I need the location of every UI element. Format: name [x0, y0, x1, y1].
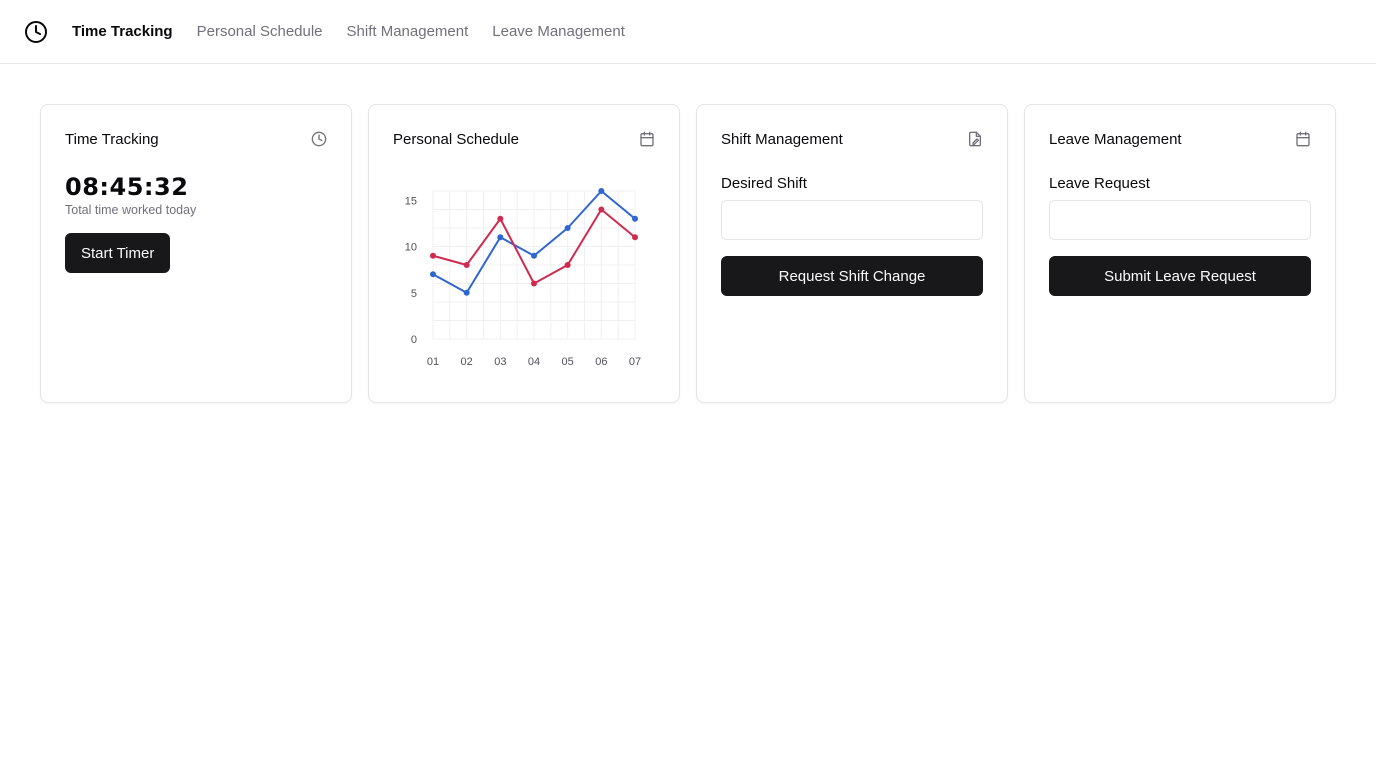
- data-point: [497, 234, 504, 241]
- start-timer-button[interactable]: Start Timer: [65, 233, 171, 273]
- top-navigation: Time Tracking Personal Schedule Shift Ma…: [0, 0, 1376, 64]
- data-point: [632, 234, 638, 241]
- card-header: Leave Management: [1049, 129, 1311, 149]
- x-tick-label: 04: [528, 356, 540, 368]
- x-tick-label: 01: [427, 356, 439, 368]
- data-point: [463, 289, 470, 296]
- request-shift-change-button[interactable]: Request Shift Change: [721, 256, 983, 296]
- file-edit-icon: [967, 131, 983, 147]
- shift-management-card: Shift Management Desired Shift Request S…: [696, 104, 1008, 403]
- card-header: Time Tracking: [65, 129, 327, 149]
- dashboard-grid: Time Tracking 08:45:32 Total time worked…: [40, 104, 1336, 403]
- submit-leave-request-button[interactable]: Submit Leave Request: [1049, 256, 1311, 296]
- x-tick-label: 03: [494, 356, 506, 368]
- data-point: [598, 188, 605, 194]
- card-header: Personal Schedule: [393, 129, 655, 149]
- personal-schedule-card: Personal Schedule 0 5 10 15 01 02 03 04 05 06 07: [368, 104, 680, 403]
- main-nav: Time Tracking Personal Schedule Shift Ma…: [72, 23, 625, 40]
- schedule-line-chart: 05101501 02 03 04 05 06 07: [405, 188, 641, 368]
- nav-leave-management[interactable]: Leave Management: [492, 23, 625, 40]
- leave-request-label: Leave Request: [1049, 175, 1150, 192]
- nav-personal-schedule[interactable]: Personal Schedule: [197, 23, 323, 40]
- data-point: [564, 262, 571, 268]
- nav-shift-management[interactable]: Shift Management: [347, 23, 469, 40]
- data-point: [531, 280, 537, 287]
- timer-caption: Total time worked today: [65, 203, 197, 217]
- y-tick-label: 15: [405, 195, 417, 207]
- card-header: Shift Management: [721, 129, 983, 149]
- data-point: [564, 225, 571, 231]
- y-tick-label: 0: [411, 334, 417, 346]
- leave-management-card: Leave Management Leave Request Submit Le…: [1024, 104, 1336, 403]
- desired-shift-input[interactable]: [721, 200, 983, 240]
- clock-logo-icon[interactable]: [24, 20, 48, 44]
- card-title: Leave Management: [1049, 130, 1182, 148]
- card-title: Personal Schedule: [393, 130, 519, 148]
- card-title: Time Tracking: [65, 130, 159, 148]
- y-tick-label: 5: [411, 288, 417, 300]
- x-tick-label: 07: [629, 356, 641, 368]
- timer-display: 08:45:32: [65, 173, 189, 201]
- clock-icon: [311, 131, 327, 147]
- calendar-icon: [1295, 131, 1311, 147]
- desired-shift-label: Desired Shift: [721, 175, 807, 192]
- data-point: [430, 252, 436, 259]
- time-tracking-card: Time Tracking 08:45:32 Total time worked…: [40, 104, 352, 403]
- data-point: [430, 271, 436, 278]
- x-tick-label: 05: [562, 356, 574, 368]
- data-point: [531, 252, 537, 259]
- y-tick-label: 10: [405, 242, 417, 254]
- calendar-icon: [639, 131, 655, 147]
- leave-request-input[interactable]: [1049, 200, 1311, 240]
- data-point: [598, 206, 605, 213]
- x-tick-label: 06: [595, 356, 607, 368]
- data-point: [497, 215, 504, 222]
- data-point: [632, 215, 638, 222]
- nav-time-tracking[interactable]: Time Tracking: [72, 23, 173, 40]
- card-title: Shift Management: [721, 130, 843, 148]
- data-point: [463, 262, 470, 268]
- x-tick-label: 02: [461, 356, 473, 368]
